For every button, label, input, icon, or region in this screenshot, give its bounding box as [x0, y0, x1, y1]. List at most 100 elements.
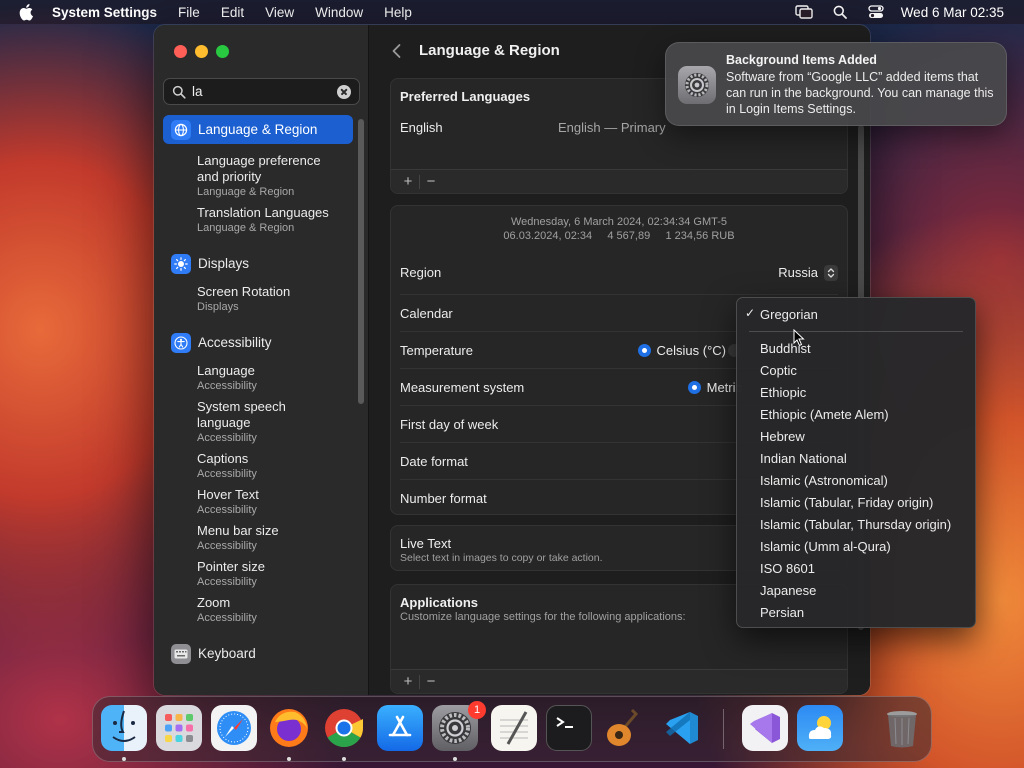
calendar-option[interactable]: Hebrew: [737, 425, 975, 447]
search-result-title: Zoom: [197, 595, 231, 610]
calendar-option[interactable]: Ethiopic: [737, 381, 975, 403]
dock-garageband-icon[interactable]: [601, 705, 647, 751]
calendar-option[interactable]: Buddhist: [737, 337, 975, 359]
menu-window[interactable]: Window: [315, 5, 363, 20]
search-result[interactable]: Menu bar size Accessibility: [163, 523, 353, 553]
language-row-name[interactable]: English: [400, 120, 443, 135]
metric-radio-option[interactable]: Metric: [687, 380, 742, 395]
window-controls: [174, 45, 229, 58]
sidebar-search-field[interactable]: la: [163, 78, 360, 105]
search-result[interactable]: System speech language Accessibility: [163, 399, 353, 445]
celsius-radio-option[interactable]: Celsius (°C): [637, 343, 726, 358]
dock-terminal-icon[interactable]: [546, 705, 592, 751]
preferred-languages-heading: Preferred Languages: [400, 89, 531, 104]
zoom-window-button[interactable]: [216, 45, 229, 58]
number-format-label: Number format: [400, 490, 487, 506]
format-preview-numbers: 06.03.2024, 02:34 4 567,89 1 234,56 RUB: [503, 230, 735, 242]
metric-radio-button[interactable]: [687, 380, 701, 394]
dock-vscode-icon[interactable]: [659, 705, 705, 751]
menu-edit[interactable]: Edit: [221, 5, 244, 20]
calendar-option[interactable]: Islamic (Astronomical): [737, 469, 975, 491]
notification-badge: 1: [468, 701, 486, 719]
running-indicator: [342, 757, 346, 761]
calendar-option[interactable]: Coptic: [737, 359, 975, 381]
calendar-option[interactable]: Indian National: [737, 447, 975, 469]
search-result[interactable]: Captions Accessibility: [163, 451, 353, 481]
back-chevron-icon[interactable]: [390, 43, 404, 59]
dock-launchpad-icon[interactable]: [156, 705, 202, 751]
add-language-button[interactable]: +: [397, 173, 419, 190]
search-result[interactable]: Zoom Accessibility: [163, 595, 353, 625]
remove-language-button[interactable]: −: [420, 173, 442, 190]
notification-title: Background Items Added: [726, 53, 877, 67]
calendar-option-label: Gregorian: [760, 306, 818, 322]
search-result[interactable]: Language preference and priority Languag…: [163, 153, 353, 199]
menu-app-name[interactable]: System Settings: [52, 5, 157, 20]
dock-chrome-icon[interactable]: [321, 705, 367, 751]
dock-textedit-icon[interactable]: [491, 705, 537, 751]
background-items-notification[interactable]: Background Items Added Software from “Go…: [665, 42, 1007, 126]
clear-search-icon[interactable]: [337, 84, 351, 99]
search-result-category: Accessibility: [197, 576, 257, 588]
remove-application-button[interactable]: −: [420, 673, 442, 690]
sun-icon: [171, 253, 191, 274]
menu-help[interactable]: Help: [384, 5, 412, 20]
sidebar-scrollbar[interactable]: [358, 119, 364, 404]
checkmark-icon: ✓: [745, 306, 756, 320]
search-result[interactable]: Language Accessibility: [163, 363, 353, 393]
add-application-button[interactable]: +: [397, 673, 419, 690]
dock-app-store-icon[interactable]: [377, 705, 423, 751]
search-result[interactable]: Hover Text Accessibility: [163, 487, 353, 517]
sidebar-item-keyboard[interactable]: Keyboard: [163, 639, 353, 668]
running-indicator: [122, 757, 126, 761]
sidebar-item-displays[interactable]: Displays: [163, 249, 353, 278]
system-settings-gear-icon: [678, 66, 716, 104]
calendar-option[interactable]: Islamic (Umm al-Qura): [737, 535, 975, 557]
close-window-button[interactable]: [174, 45, 187, 58]
measurement-label: Measurement system: [400, 379, 525, 395]
calendar-option-selected[interactable]: ✓ Gregorian: [737, 303, 975, 325]
minimize-window-button[interactable]: [195, 45, 208, 58]
menu-view[interactable]: View: [265, 5, 294, 20]
menu-clock[interactable]: Wed 6 Mar 02:35: [901, 5, 1004, 20]
dock-trash-icon[interactable]: [879, 705, 925, 751]
sidebar-item-accessibility[interactable]: Accessibility: [163, 328, 353, 357]
search-result[interactable]: Screen Rotation Displays: [163, 284, 353, 314]
live-text-subtitle: Select text in images to copy or take ac…: [400, 552, 603, 564]
search-result[interactable]: Pointer size Accessibility: [163, 559, 353, 589]
notification-body: Software from “Google LLC” added items t…: [726, 70, 994, 116]
search-input[interactable]: la: [192, 84, 337, 99]
dock-safari-icon[interactable]: [211, 705, 257, 751]
search-result[interactable]: Translation Languages Language & Region: [163, 205, 353, 235]
dock-firefox-icon[interactable]: [266, 705, 312, 751]
celsius-radio-button[interactable]: [637, 343, 651, 357]
search-result-title: Language preference and priority: [197, 153, 321, 184]
spotlight-search-icon[interactable]: [831, 4, 849, 20]
dock-finder-icon[interactable]: [101, 705, 147, 751]
search-result-title: Language: [197, 363, 255, 378]
dock-weather-icon[interactable]: [797, 705, 843, 751]
calendar-option[interactable]: ISO 8601: [737, 557, 975, 579]
sidebar-results: Language & Region Language preference an…: [163, 115, 353, 668]
calendar-option[interactable]: Islamic (Tabular, Thursday origin): [737, 513, 975, 535]
calendar-option[interactable]: Japanese: [737, 579, 975, 601]
live-text-title: Live Text: [400, 536, 452, 551]
search-icon: [172, 85, 186, 99]
apple-menu-icon[interactable]: [18, 3, 36, 21]
mouse-pointer-icon: [793, 328, 805, 347]
menu-file[interactable]: File: [178, 5, 200, 20]
control-center-icon[interactable]: [867, 4, 885, 20]
calendar-option[interactable]: Islamic (Tabular, Friday origin): [737, 491, 975, 513]
calendar-option[interactable]: Persian: [737, 601, 975, 623]
sidebar: la Language & Region Language preference…: [154, 25, 369, 695]
sidebar-item-language-region[interactable]: Language & Region: [163, 115, 353, 144]
region-value: Russia: [778, 265, 818, 280]
region-popup[interactable]: Russia: [778, 264, 838, 281]
menu-bar: System Settings File Edit View Window He…: [0, 0, 1024, 24]
dock-visual-studio-icon[interactable]: [742, 705, 788, 751]
sidebar-item-label: Accessibility: [198, 335, 272, 350]
calendar-option[interactable]: Ethiopic (Amete Alem): [737, 403, 975, 425]
screen-mirroring-icon[interactable]: [794, 4, 813, 20]
format-preview-date: Wednesday, 6 March 2024, 02:34:34 GMT-5: [510, 216, 728, 228]
search-result-title: Menu bar size: [197, 523, 279, 538]
